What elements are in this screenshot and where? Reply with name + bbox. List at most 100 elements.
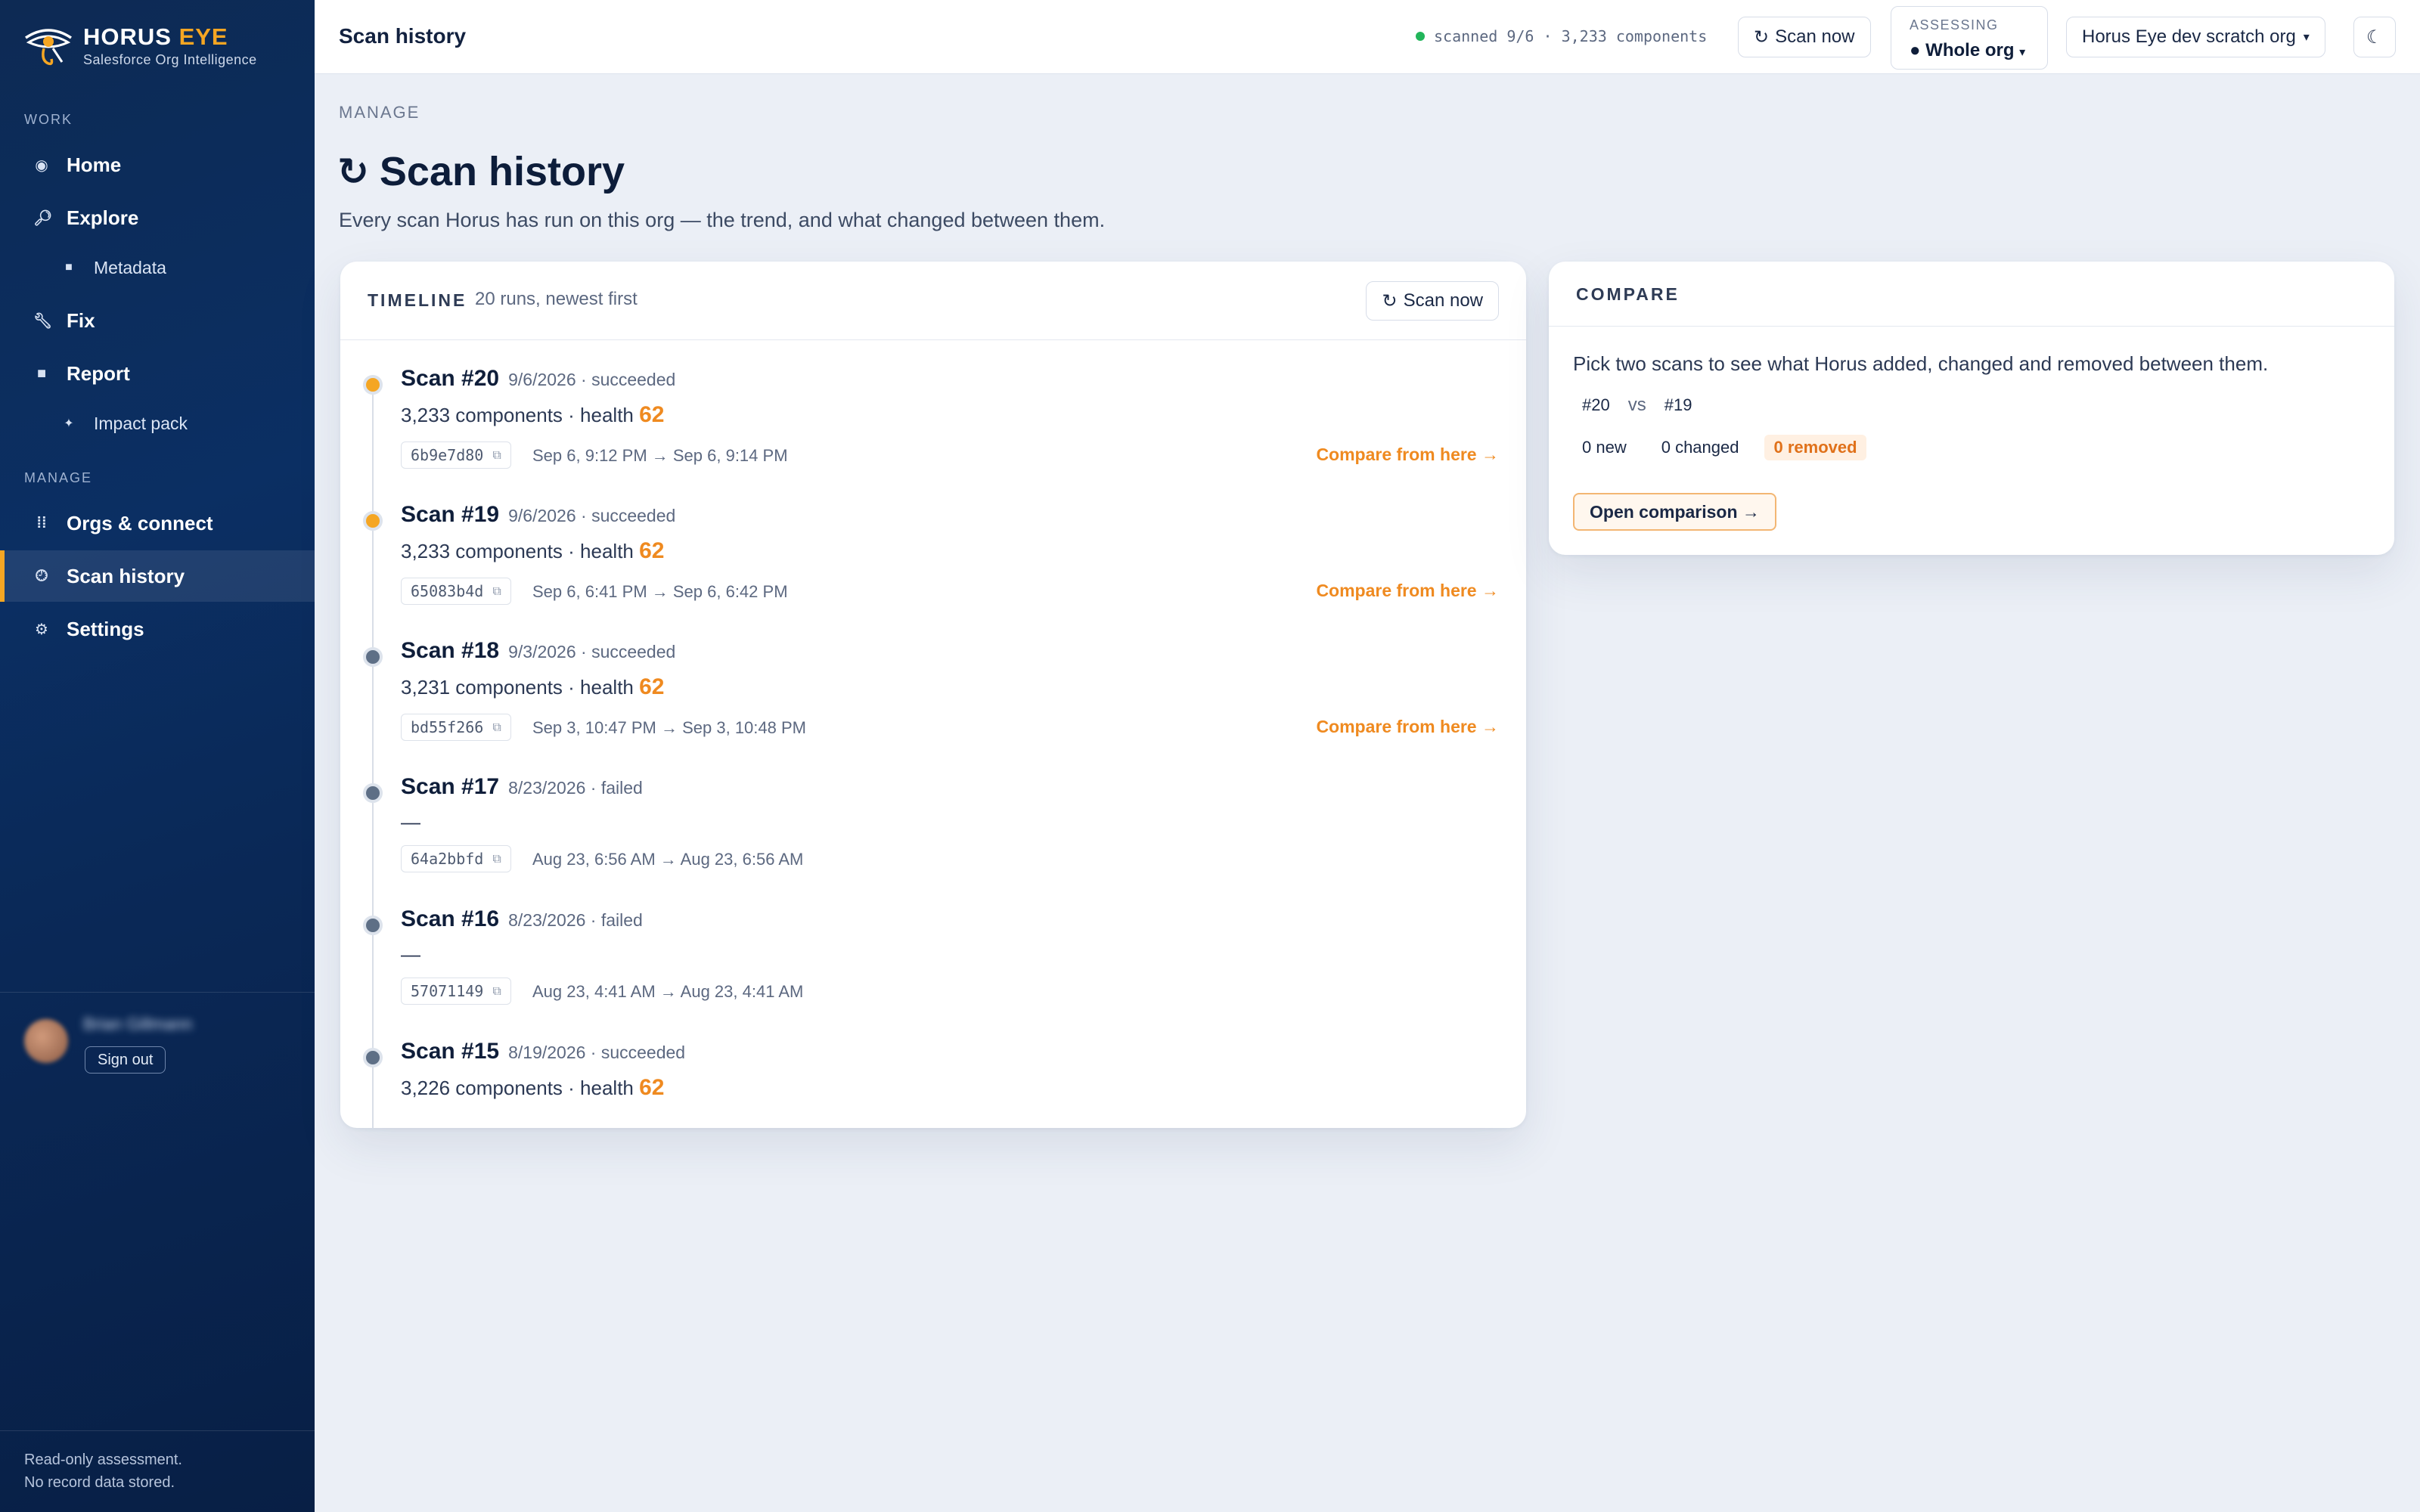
sidebar-item-settings[interactable]: ⚙ Settings [0,603,315,655]
copy-icon: ⧉ [492,720,501,734]
sidebar-item-label: Fix [67,308,95,332]
compare-title: COMPARE [1576,284,1680,304]
page-title: ↻ Scan history [337,149,625,194]
scan-meta: 8/19/2026 · succeeded [508,1043,686,1062]
square-icon: ■ [65,261,73,274]
scan-b-select[interactable]: #19 [1655,392,1702,418]
sign-out-button[interactable]: Sign out [85,1046,166,1074]
sidebar-divider [0,1430,315,1431]
scan-summary: 3,233 components · health 62 [401,538,665,563]
scan-summary: — [401,943,420,965]
sidebar-item-scan-history[interactable]: 🕘︎ Scan history [0,550,315,602]
status-dot-icon [363,375,383,395]
topbar: Scan history scanned 9/6 · 3,233 compone… [315,0,2420,74]
org-selector[interactable]: Horus Eye dev scratch org ▾ [2066,17,2325,57]
compare-from-here-link[interactable]: Compare from here → [1316,581,1499,601]
assessing-scope-select[interactable]: ASSESSING ● Whole org ▾ [1891,6,2048,70]
scan-hash[interactable]: bd55f266 ⧉ [401,714,511,741]
scan-title[interactable]: Scan #19 9/6/2026 · succeeded [401,502,675,528]
moon-icon: ☾ [2366,26,2383,48]
scan-now-label: Scan now [1403,290,1483,311]
avatar [24,1019,68,1063]
sidebar-item-label: Report [67,361,130,385]
grid-icon: ⁞⁞ [36,514,47,531]
topbar-title: Scan history [339,24,467,48]
scan-title[interactable]: Scan #17 8/23/2026 · failed [401,774,643,800]
page-description: Every scan Horus has run on this org — t… [339,209,1106,231]
nav-section-manage: MANAGE [24,470,93,485]
new-count-badge: 0 new [1582,438,1627,457]
user-name: Brian Gillmann [83,1015,193,1033]
compare-from-here-link[interactable]: Compare from here → [1316,717,1499,737]
wrench-icon: 🔧︎ [33,312,53,330]
scan-meta: 9/3/2026 · succeeded [508,642,676,662]
sidebar-item-label: Scan history [67,564,185,587]
copy-icon: ⧉ [492,984,501,998]
sidebar: HORUS EYE Salesforce Org Intelligence WO… [0,0,315,1512]
copy-icon: ⧉ [492,851,501,866]
theme-toggle-button[interactable]: ☾ [2353,17,2396,57]
brand-tagline: Salesforce Org Intelligence [83,51,257,67]
scan-hash[interactable]: 64a2bbfd ⧉ [401,845,511,872]
scan-summary: 3,231 components · health 62 [401,674,665,699]
scan-summary: — [401,810,420,833]
sidebar-item-orgs-connect[interactable]: ⁞⁞ Orgs & connect [0,497,315,549]
clock-icon: 🕘︎ [36,567,48,584]
scan-times: Sep 6, 6:41 PM → Sep 6, 6:42 PM [532,582,788,601]
scan-title[interactable]: Scan #16 8/23/2026 · failed [401,906,643,932]
scan-hash[interactable]: 6b9e7d80 ⧉ [401,442,511,469]
refresh-icon: ↻ [337,150,369,193]
scan-meta: 8/23/2026 · failed [508,778,643,798]
timeline-scan-now-button[interactable]: ↻ Scan now [1366,281,1499,321]
compare-selectors: #20 vs #19 [1573,392,2268,418]
bullet-icon: ● [1910,40,1921,60]
compare-description: Pick two scans to see what Horus added, … [1573,352,2269,375]
status-dot-icon [363,647,383,667]
assessing-value: ● Whole org ▾ [1910,40,2026,60]
sparkle-icon: ✦ [64,417,74,430]
eye-of-horus-logo-icon [25,29,72,66]
open-comparison-button[interactable]: Open comparison → [1573,493,1776,531]
scan-title[interactable]: Scan #20 9/6/2026 · succeeded [401,366,675,392]
scan-now-button[interactable]: ↻ Scan now [1738,17,1871,57]
sidebar-item-home[interactable]: ◉ Home [0,139,315,191]
scan-hash[interactable]: 57071149 ⧉ [401,978,511,1005]
scan-title[interactable]: Scan #18 9/3/2026 · succeeded [401,638,675,664]
brand[interactable]: HORUS EYE Salesforce Org Intelligence [23,20,257,71]
scan-a-select[interactable]: #20 [1573,392,1619,418]
timeline-subtitle: 20 runs, newest first [475,289,638,309]
sidebar-item-label: Explore [67,206,139,229]
health-score: 62 [639,402,665,427]
scan-status: scanned 9/6 · 3,233 components [1416,27,1707,45]
status-dot-icon [363,916,383,935]
square-icon: ■ [36,364,47,382]
sidebar-divider [0,992,315,993]
home-icon: ◉ [35,156,48,174]
status-dot-icon [363,1048,383,1067]
org-label: Horus Eye dev scratch org [2082,26,2296,47]
compare-from-here-link[interactable]: Compare from here → [1316,445,1499,465]
timeline-header: TIMELINE 20 runs, newest first ↻ Scan no… [340,262,1526,340]
timeline-rail [372,383,374,1128]
sidebar-item-impact-pack[interactable]: ✦ Impact pack [0,398,315,449]
page-eyebrow: MANAGE [339,103,420,122]
copy-icon: ⧉ [492,584,501,598]
scan-times: Aug 23, 4:41 AM → Aug 23, 4:41 AM [532,982,804,1001]
footer-line: Read-only assessment. [24,1452,182,1468]
sidebar-item-report[interactable]: ■ Report [0,348,315,399]
status-dot-icon [363,783,383,803]
scan-times: Sep 3, 10:47 PM → Sep 3, 10:48 PM [532,718,806,737]
sidebar-item-fix[interactable]: 🔧︎ Fix [0,295,315,346]
sidebar-item-explore[interactable]: 🔎︎ Explore [0,192,315,243]
compare-body: Pick two scans to see what Horus added, … [1573,352,2268,460]
vs-label: vs [1627,395,1646,415]
scan-hash[interactable]: 65083b4d ⧉ [401,578,511,605]
compare-stats: 0 new 0 changed 0 removed [1573,435,2268,460]
scan-meta: 9/6/2026 · succeeded [508,370,676,389]
scan-summary: 3,233 components · health 62 [401,402,665,427]
brand-name: HORUS EYE [83,23,228,50]
scan-title[interactable]: Scan #15 8/19/2026 · succeeded [401,1039,685,1064]
compare-header: COMPARE [1549,262,2394,327]
sidebar-item-metadata[interactable]: ■ Metadata [0,242,315,293]
scan-status-text: scanned 9/6 · 3,233 components [1434,27,1708,45]
